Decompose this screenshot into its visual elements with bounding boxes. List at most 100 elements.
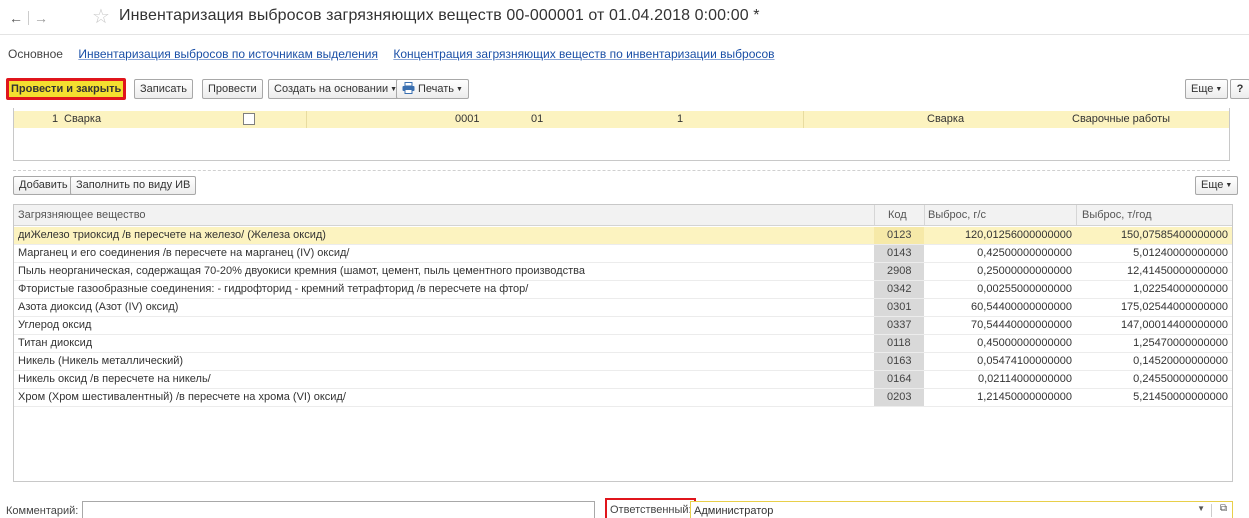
emission-gs: 0,45000000000000	[977, 337, 1072, 349]
form-tabs: Основное Инвентаризация выбросов по исто…	[8, 47, 787, 63]
chevron-down-icon: ▼	[456, 86, 463, 93]
pollutant-code: 0143	[874, 245, 924, 262]
table-row[interactable]: Марганец и его соединения /в пересчете н…	[14, 245, 1232, 263]
emission-gs: 0,00255000000000	[977, 283, 1072, 295]
responsible-input[interactable]: Администратор ▼ ⧉	[690, 501, 1233, 518]
emission-ty: 150,07585400000000	[1120, 229, 1228, 241]
section-divider	[13, 170, 1230, 171]
comment-input[interactable]	[82, 501, 595, 518]
more-label-2: Еще	[1201, 179, 1224, 191]
emission-gs: 0,05474100000000	[977, 355, 1072, 367]
pollutants-toolbar: Добавить Заполнить по виду ИВ Еще ▼	[13, 176, 1239, 196]
pollutant-code: 0118	[874, 335, 924, 352]
table-row[interactable]: Хром (Хром шестивалентный) /в пересчете …	[14, 389, 1232, 407]
emission-gs: 70,54440000000000	[971, 319, 1072, 331]
table-row[interactable]: Никель (Никель металлический) 0163 0,05474…	[14, 353, 1232, 371]
open-icon[interactable]: ⧉	[1220, 503, 1227, 514]
pollutant-code: 0203	[874, 389, 924, 406]
print-label: Печать	[418, 83, 455, 95]
pollutant-name: диЖелезо триоксид /в пересчете на железо…	[18, 229, 326, 241]
emission-ty: 147,00014400000000	[1120, 319, 1228, 331]
tab-concentration[interactable]: Концентрация загрязняющих веществ по инв…	[393, 47, 774, 61]
source-code: 0001	[455, 113, 480, 125]
pollutant-code: 0337	[874, 317, 924, 334]
column-divider	[306, 111, 307, 128]
more-button-2[interactable]: Еще ▼	[1195, 176, 1239, 195]
emission-ty: 175,02544000000000	[1120, 301, 1228, 313]
sources-table: 1 Сварка 0001 01 1 Сварка Сварочные рабо…	[13, 108, 1230, 161]
sources-table-row[interactable]: 1 Сварка 0001 01 1 Сварка Сварочные рабо…	[14, 111, 1229, 128]
pollutant-code: 0123	[874, 227, 924, 244]
source-name: Сварка	[64, 113, 102, 125]
main-toolbar: Провести и закрыть Записать Провести Соз…	[6, 78, 1249, 101]
pollutant-code: 2908	[874, 263, 924, 280]
table-row[interactable]: Титан диоксид 0118 0,45000000000000 1,25470…	[14, 335, 1232, 353]
pollutant-name: Титан диоксид	[18, 337, 93, 349]
more-label: Еще	[1191, 83, 1214, 95]
header-divider	[924, 205, 925, 225]
source-checkbox[interactable]	[243, 113, 255, 125]
table-row[interactable]: Азота диоксид (Азот (IV) оксид) 0301 60,54…	[14, 299, 1232, 317]
back-arrow-icon[interactable]: ←	[6, 9, 26, 27]
post-and-close-button[interactable]: Провести и закрыть	[6, 78, 127, 100]
source-subcode: 01	[531, 113, 544, 125]
pollutant-name: Никель оксид /в пересчете на никель/	[18, 373, 211, 385]
favorite-star-icon[interactable]: ☆	[92, 6, 110, 28]
table-row[interactable]: Никель оксид /в пересчете на никель/0164…	[14, 371, 1232, 389]
pollutant-name: Азота диоксид (Азот (IV) оксид)	[18, 301, 179, 313]
print-button[interactable]: Печать ▼	[396, 79, 469, 99]
header-code[interactable]: Код	[888, 209, 907, 221]
field-divider	[1211, 504, 1212, 517]
table-body: диЖелезо триоксид /в пересчете на железо…	[14, 227, 1232, 407]
column-divider	[803, 111, 804, 128]
comment-label: Комментарий:	[6, 505, 79, 517]
header-divider	[874, 205, 875, 225]
title-bar: ← → ☆ Инвентаризация выбросов загрязняющ…	[0, 0, 1249, 40]
pollutant-name: Фтористые газообразные соединения: - гид…	[18, 283, 529, 295]
table-row[interactable]: Пыль неорганическая, содержащая 70-20% д…	[14, 263, 1232, 281]
header-emission-gs[interactable]: Выброс, г/с	[928, 209, 986, 221]
fill-by-type-button[interactable]: Заполнить по виду ИВ	[70, 176, 197, 195]
header-pollutant[interactable]: Загрязняющее вещество	[18, 209, 146, 221]
responsible-value: Администратор	[694, 505, 774, 517]
responsible-label: Ответственный:	[605, 498, 696, 518]
emission-gs: 60,54400000000000	[971, 301, 1072, 313]
header-emission-ty[interactable]: Выброс, т/год	[1082, 209, 1152, 221]
emission-gs: 0,42500000000000	[977, 247, 1072, 259]
source-count: 1	[677, 113, 684, 125]
table-row[interactable]: Фтористые газообразные соединения: - гид…	[14, 281, 1232, 299]
footer-fields: Комментарий: Ответственный: Администрато…	[0, 498, 1249, 518]
create-based-on-label: Создать на основании	[274, 83, 389, 95]
emission-gs: 120,01256000000000	[964, 229, 1072, 241]
more-button[interactable]: Еще ▼	[1185, 79, 1229, 99]
pollutant-name: Никель (Никель металлический)	[18, 355, 184, 367]
pollutant-code: 0163	[874, 353, 924, 370]
table-row[interactable]: диЖелезо триоксид /в пересчете на железо…	[14, 227, 1232, 245]
post-button[interactable]: Провести	[202, 79, 263, 99]
printer-icon	[402, 82, 415, 94]
create-based-on-button[interactable]: Создать на основании ▼	[268, 79, 404, 99]
chevron-down-icon[interactable]: ▼	[1197, 504, 1205, 513]
pollutant-code: 0301	[874, 299, 924, 316]
table-row[interactable]: Углерод оксид 0337 70,54440000000000 147,00…	[14, 317, 1232, 335]
help-button[interactable]: ?	[1230, 79, 1249, 99]
emission-ty: 0,24550000000000	[1133, 373, 1228, 385]
source-work-type: Сварочные работы	[1072, 113, 1171, 125]
emission-ty: 5,21450000000000	[1133, 391, 1228, 403]
emission-gs: 1,21450000000000	[977, 391, 1072, 403]
tab-main[interactable]: Основное	[8, 47, 63, 61]
window-title: Инвентаризация выбросов загрязняющих вещ…	[119, 7, 760, 24]
pollutant-code: 0342	[874, 281, 924, 298]
header-divider	[1076, 205, 1077, 225]
tab-inventory-by-source[interactable]: Инвентаризация выбросов по источникам вы…	[78, 47, 378, 61]
chevron-down-icon: ▼	[1215, 86, 1223, 93]
source-kind: Сварка	[927, 113, 965, 125]
add-button[interactable]: Добавить	[13, 176, 74, 195]
pollutant-name: Углерод оксид	[18, 319, 92, 331]
emission-ty: 0,14520000000000	[1133, 355, 1228, 367]
emission-gs: 0,25000000000000	[977, 265, 1072, 277]
write-button[interactable]: Записать	[134, 79, 194, 99]
forward-arrow-icon[interactable]: →	[31, 9, 51, 27]
table-header: Загрязняющее вещество Код Выброс, г/с Вы…	[14, 205, 1232, 226]
row-number: 1	[52, 113, 59, 125]
